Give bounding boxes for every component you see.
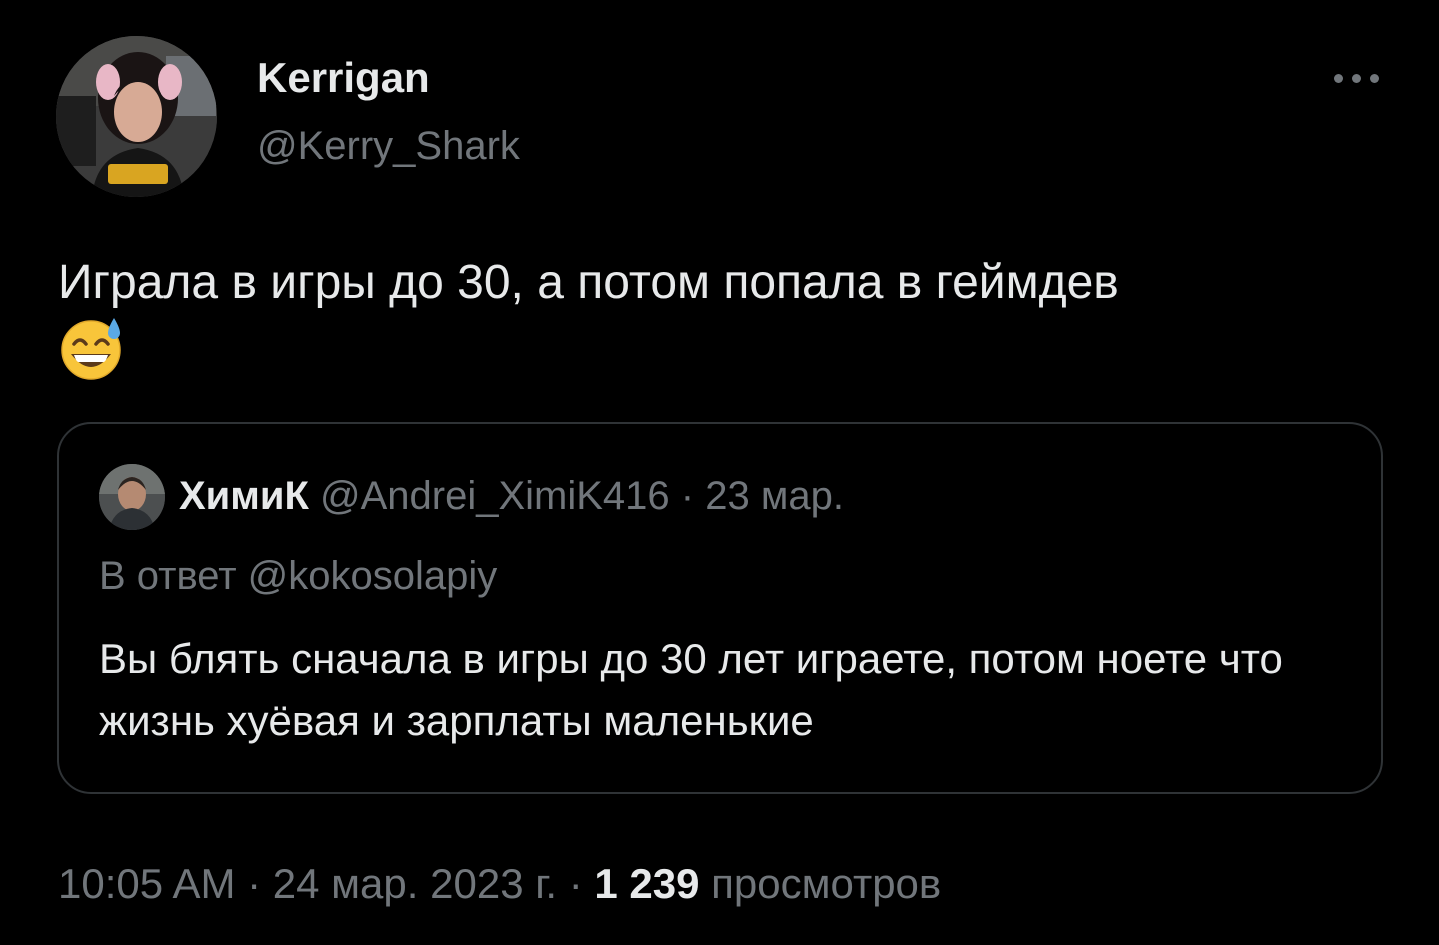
tweet-meta: 10:05 AM · 24 мар. 2023 г. · 1 239 просм… xyxy=(58,856,941,912)
quoted-tweet-card[interactable]: ХимиК @Andrei_XimiK416 · 23 мар. В ответ… xyxy=(57,422,1383,794)
reply-to-text: В ответ @kokosolapiy xyxy=(99,554,498,598)
author-handle[interactable]: @Kerry_Shark xyxy=(257,120,520,172)
more-dot xyxy=(1352,74,1361,83)
separator: · xyxy=(557,860,595,907)
tweet-time[interactable]: 10:05 AM xyxy=(58,860,235,907)
more-dot xyxy=(1334,74,1343,83)
quoted-author-display-name[interactable]: ХимиК xyxy=(179,474,309,518)
views-label[interactable]: просмотров xyxy=(700,860,941,907)
views-count[interactable]: 1 239 xyxy=(594,860,699,907)
separator: · xyxy=(669,474,706,518)
author-display-name[interactable]: Kerrigan xyxy=(257,52,430,104)
quoted-author-avatar[interactable] xyxy=(99,464,165,530)
quoted-tweet-text: Вы блять сначала в игры до 30 лет играет… xyxy=(99,635,1283,744)
grinning-face-with-sweat-icon xyxy=(58,314,128,380)
author-avatar[interactable] xyxy=(56,36,217,197)
quoted-author-handle[interactable]: @Andrei_XimiK416 xyxy=(320,474,670,518)
separator: · xyxy=(235,860,273,907)
tweet-text: Играла в игры до 30, а потом попала в ге… xyxy=(58,256,1119,309)
tweet-text-block: Играла в игры до 30, а потом попала в ге… xyxy=(58,252,1378,382)
more-dot xyxy=(1370,74,1379,83)
quoted-tweet-header: ХимиК @Andrei_XimiK416 · 23 мар. xyxy=(179,470,844,522)
quoted-tweet-date[interactable]: 23 мар. xyxy=(705,474,844,518)
tweet-date[interactable]: 24 мар. 2023 г. xyxy=(273,860,557,907)
more-icon[interactable] xyxy=(1326,60,1386,96)
